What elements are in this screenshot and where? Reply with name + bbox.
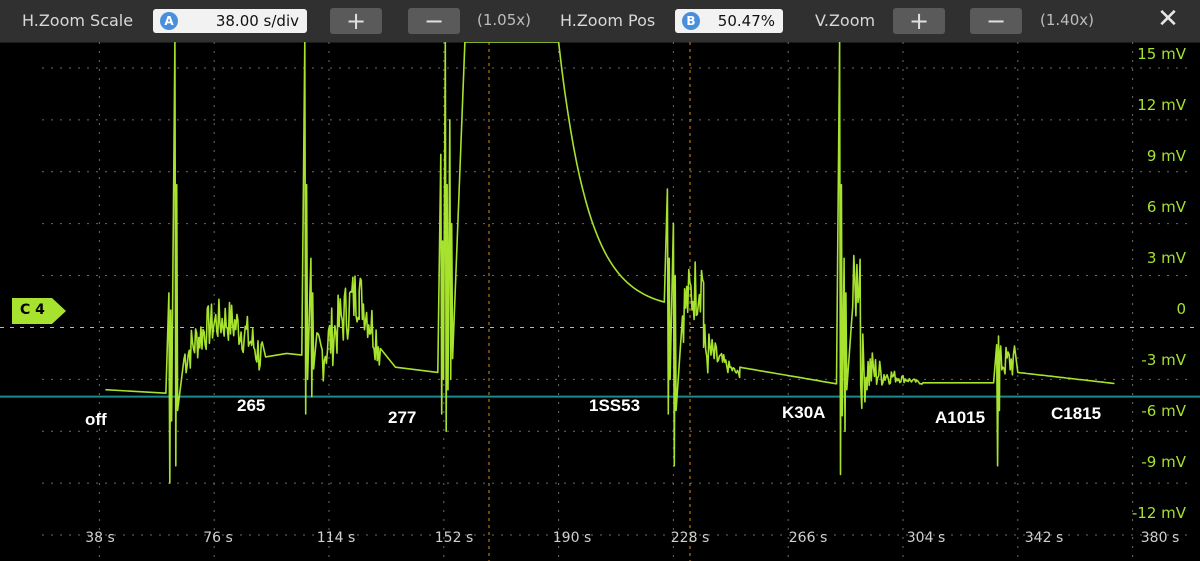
cursor-b-badge: B: [682, 12, 700, 30]
channel-4-marker[interactable]: C 4: [12, 298, 68, 324]
annotation-label: off: [85, 410, 107, 429]
y-tick-label: -12 mV: [1131, 504, 1186, 522]
x-tick-label: 152 s: [434, 530, 474, 546]
x-tick-label: 304 s: [906, 530, 946, 546]
minus-icon: −: [985, 7, 1007, 35]
y-tick-label: -6 mV: [1141, 402, 1186, 420]
vzoom-plus-button[interactable]: +: [893, 8, 945, 34]
hzoom-factor: (1.05x): [477, 11, 531, 29]
annotation-label: 265: [237, 396, 266, 415]
hzoom-pos-label: H.Zoom Pos: [560, 11, 656, 30]
x-tick-label: 114 s: [316, 530, 356, 546]
y-tick-label: -9 mV: [1141, 453, 1186, 471]
y-tick-label: 9 mV: [1146, 147, 1186, 165]
minus-icon: −: [423, 7, 445, 35]
x-tick-label: 190 s: [552, 530, 592, 546]
waveform-plot: [0, 42, 1200, 561]
annotation-label: C1815: [1051, 404, 1102, 423]
vzoom-minus-button[interactable]: −: [970, 8, 1022, 34]
annotation-label: 277: [388, 408, 417, 427]
cursor-a-badge: A: [160, 12, 178, 30]
y-tick-label: 3 mV: [1146, 249, 1186, 267]
hzoom-pos-value: 50.47%: [717, 12, 775, 30]
hzoom-scale-field[interactable]: A 38.00 s/div: [153, 9, 307, 33]
x-tick-label: 76 s: [203, 530, 233, 546]
y-tick-label: 6 mV: [1146, 198, 1186, 216]
y-tick-label: 12 mV: [1137, 96, 1186, 114]
plus-icon: +: [908, 7, 930, 35]
x-tick-label: 228 s: [670, 530, 710, 546]
annotation-label: K30A: [782, 403, 826, 422]
annotation-label: 1SS53: [589, 396, 641, 415]
y-tick-label: -3 mV: [1141, 351, 1186, 369]
x-tick-label: 266 s: [788, 530, 828, 546]
y-tick-label: 0: [1176, 300, 1186, 318]
vzoom-label: V.Zoom: [815, 11, 876, 30]
y-tick-label: 15 mV: [1137, 45, 1186, 63]
channel-4-label: C 4: [20, 302, 45, 318]
x-tick-label: 342 s: [1024, 530, 1064, 546]
vzoom-factor: (1.40x): [1040, 11, 1094, 29]
hzoom-plus-button[interactable]: +: [330, 8, 382, 34]
x-tick-label: 38 s: [85, 530, 115, 546]
annotation-label: A1015: [935, 408, 986, 427]
plus-icon: +: [345, 7, 367, 35]
zoom-toolbar: H.Zoom Scale A 38.00 s/div + − (1.05x) H…: [0, 0, 1200, 43]
hzoom-scale-label: H.Zoom Scale: [22, 11, 134, 30]
x-tick-label: 380 s: [1140, 530, 1180, 546]
hzoom-minus-button[interactable]: −: [408, 8, 460, 34]
close-icon[interactable]: ✕: [1155, 4, 1181, 34]
graticule: [42, 42, 1190, 561]
hzoom-scale-value: 38.00 s/div: [215, 12, 299, 30]
hzoom-pos-field[interactable]: B 50.47%: [675, 9, 783, 33]
